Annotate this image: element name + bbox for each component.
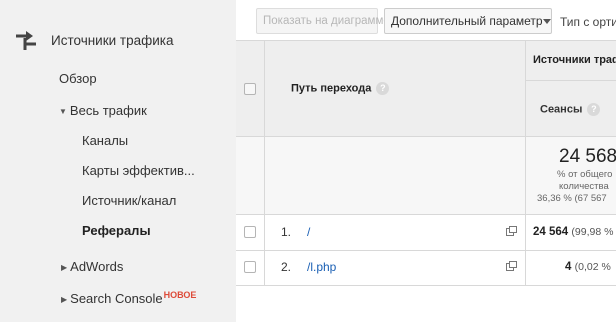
grid-line — [525, 41, 526, 285]
sidebar-item-channels[interactable]: Каналы — [82, 133, 128, 148]
help-icon[interactable]: ? — [587, 103, 601, 116]
row-sessions: 24 564 (99,98 % — [533, 226, 613, 238]
sidebar-item-source-medium[interactable]: Источник/канал — [82, 193, 176, 208]
column-header-path[interactable]: Путь перехода? — [291, 82, 390, 95]
sidebar: Источники трафика Обзор ▼ Весь трафик Кан… — [0, 0, 236, 322]
summary-sessions-total: 24 568 — [559, 146, 616, 167]
triangle-right-icon: ▶ — [61, 263, 68, 272]
column-group-header: Источники трафа — [533, 54, 616, 66]
grid-line — [236, 214, 616, 215]
secondary-dimension-dropdown[interactable]: Дополнительный параметр — [384, 8, 552, 34]
row-checkbox[interactable] — [244, 226, 256, 238]
secondary-dimension-label: Дополнительный параметр — [391, 14, 543, 28]
sidebar-item-label: Источник/канал — [82, 193, 177, 208]
sidebar-item-label: AdWords — [70, 259, 124, 274]
chevron-down-icon — [542, 18, 551, 24]
row-sessions-percent: (99,98 % — [571, 226, 614, 238]
row-sessions-percent: (0,02 % — [574, 261, 611, 273]
sidebar-item-label: Каналы — [82, 133, 129, 148]
open-link-icon[interactable] — [506, 261, 517, 271]
row-path-link[interactable]: /l.php — [307, 260, 336, 274]
sidebar-item-label: Обзор — [59, 71, 97, 86]
plot-rows-label: Показать на диаграмме — [263, 15, 390, 27]
sidebar-item-treemaps[interactable]: Карты эффектив... — [82, 163, 195, 178]
open-link-icon[interactable] — [506, 226, 517, 236]
grid-line — [236, 285, 616, 286]
summary-percent-label: % от общего — [557, 169, 613, 180]
column-header-label: Сеансы — [540, 103, 583, 116]
sidebar-item-referrals[interactable]: Рефералы — [82, 223, 151, 238]
row-path-link[interactable]: / — [307, 225, 310, 239]
summary-percent-label: количества — [559, 181, 609, 192]
sidebar-section-traffic-sources[interactable]: Источники трафика — [14, 30, 173, 50]
sidebar-item-label: Search Console — [70, 291, 163, 306]
sidebar-item-adwords[interactable]: ▶ AdWords — [61, 259, 123, 274]
grid-line — [526, 80, 616, 81]
column-header-label: Путь перехода — [291, 82, 372, 95]
traffic-sources-icon — [16, 31, 36, 50]
sidebar-section-label: Источники трафика — [51, 32, 174, 48]
grid-line — [236, 250, 616, 251]
grid-line — [236, 40, 616, 41]
help-icon[interactable]: ? — [376, 82, 390, 95]
grid-line — [264, 41, 265, 285]
row-checkbox[interactable] — [244, 261, 256, 273]
row-number: 2. — [281, 260, 292, 274]
row-sessions-value: 24 564 — [533, 226, 569, 238]
sidebar-item-label: Весь трафик — [69, 103, 147, 118]
row-number: 1. — [281, 225, 292, 239]
sort-type-label[interactable]: Тип с ортир — [560, 15, 616, 29]
new-badge: НОВОЕ — [163, 290, 197, 300]
sidebar-item-overview[interactable]: Обзор — [59, 71, 97, 86]
row-sessions: 4 (0,02 % — [565, 261, 611, 273]
summary-percent-value: 36,36 % (67 567 — [537, 193, 607, 204]
triangle-down-icon: ▼ — [59, 107, 67, 116]
sidebar-item-all-traffic[interactable]: ▼ Весь трафик — [59, 103, 147, 118]
select-all-checkbox[interactable] — [244, 83, 256, 95]
plot-rows-button[interactable]: Показать на диаграмме — [256, 8, 390, 34]
row-sessions-value: 4 — [565, 261, 572, 273]
triangle-right-icon: ▶ — [61, 295, 68, 304]
sidebar-item-label: Карты эффектив... — [82, 163, 195, 178]
column-header-sessions[interactable]: Сеансы? — [540, 103, 601, 116]
grid-line — [236, 136, 616, 137]
sidebar-item-label: Рефералы — [82, 223, 151, 238]
sidebar-item-search-console[interactable]: ▶ Search ConsoleНОВОЕ — [61, 290, 196, 306]
